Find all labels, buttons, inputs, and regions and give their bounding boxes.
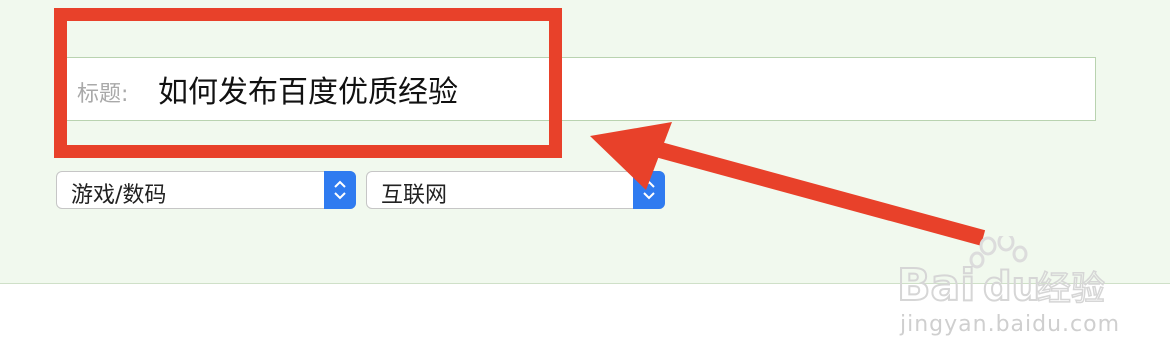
watermark-url: jingyan.baidu.com <box>900 312 1121 337</box>
baidu-jingyan-logo: Bai du 经验 <box>896 236 1106 312</box>
svg-text:经验: 经验 <box>1037 269 1105 309</box>
svg-text:Bai: Bai <box>897 260 975 311</box>
svg-text:du: du <box>983 264 1040 310</box>
